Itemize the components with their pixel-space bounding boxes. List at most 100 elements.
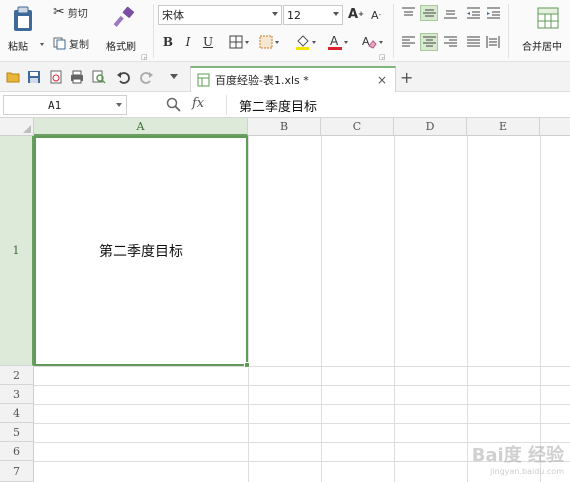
cell-style-button[interactable] [256,34,282,50]
fill-color-button[interactable] [290,33,320,51]
merge-cells-icon [537,7,559,29]
row-header-5[interactable]: 5 [0,423,34,442]
format-painter-button[interactable] [110,4,138,32]
undo-icon[interactable] [116,70,130,84]
italic-button[interactable]: I [180,34,196,50]
zoom-icon[interactable] [166,97,181,112]
align-top-button[interactable] [400,5,416,21]
eraser-icon: A [362,35,377,49]
decrease-indent-button[interactable] [465,5,481,21]
column-header-c[interactable]: C [321,118,394,136]
close-icon[interactable]: × [377,73,387,87]
redo-icon[interactable] [140,70,154,84]
clear-format-button[interactable]: A [358,33,386,51]
underline-button[interactable]: U [200,34,216,50]
spreadsheet-grid[interactable]: A B C D E 1 2 3 4 5 6 7 第二季度目标 [0,118,570,482]
watermark-url: jingyan.baidu.com [490,467,564,476]
column-header-a[interactable]: A [34,118,248,136]
grow-font-icon: A [348,6,359,22]
copy-label: 复制 [69,39,89,51]
dialog-launcher-icon[interactable]: ◲ [379,53,386,61]
ribbon-separator [508,4,509,58]
cut-button[interactable]: ✂ 剪切 [53,4,88,20]
cut-label: 剪切 [67,8,88,20]
select-all-button[interactable] [0,118,34,136]
formula-input[interactable]: 第二季度目标 [226,95,566,115]
corner-triangle-icon [23,125,31,133]
formula-bar: A1 fx 第二季度目标 [0,92,570,118]
gridline [34,366,570,367]
chevron-down-icon [311,40,316,44]
format-painter-label[interactable]: 格式刷 [106,38,136,53]
column-header-e[interactable]: E [467,118,540,136]
font-color-icon: A [328,34,342,50]
chevron-down-icon [116,103,122,107]
gridline [467,136,468,482]
distribute-button[interactable] [485,34,501,50]
quick-access-bar: 百度经验-表1.xls * × + [0,62,570,92]
gridline [321,136,322,482]
row-header-4[interactable]: 4 [0,404,34,423]
font-name-select[interactable]: 宋体 [158,5,282,25]
grow-font-button[interactable]: A + [348,6,364,22]
chevron-down-icon [333,12,339,16]
gridline [34,385,570,386]
align-center-button[interactable] [420,33,438,51]
shrink-font-button[interactable]: A- [368,7,384,23]
tab-document[interactable]: 百度经验-表1.xls * × [190,66,396,92]
justify-button[interactable] [465,34,481,50]
borders-button[interactable] [226,34,252,50]
copy-button[interactable]: 复制 [53,36,89,51]
row-header-2[interactable]: 2 [0,366,34,385]
save-icon[interactable] [27,70,41,84]
gridline [248,136,249,482]
column-header-d[interactable]: D [394,118,467,136]
gridline [34,423,570,424]
underline-icon: U [202,35,214,49]
row-header-6[interactable]: 6 [0,442,34,461]
cell-a1[interactable]: 第二季度目标 [34,136,248,366]
export-pdf-icon[interactable] [49,70,63,84]
open-folder-icon[interactable] [6,70,20,84]
align-bottom-icon [443,10,457,19]
spreadsheet-file-icon [197,73,210,87]
merge-center-button[interactable] [535,5,561,31]
dialog-launcher-icon[interactable]: ◲ [141,53,148,61]
align-center-icon [422,36,436,47]
align-bottom-button[interactable] [442,5,458,21]
font-name-value: 宋体 [162,9,184,22]
justify-icon [466,36,480,47]
align-right-button[interactable] [442,34,458,50]
outdent-icon [466,7,480,19]
customize-dropdown-icon[interactable] [170,74,178,79]
chevron-down-icon [275,40,279,44]
bold-button[interactable]: B [160,34,176,50]
print-icon[interactable] [70,70,84,84]
paste-button[interactable] [8,4,38,34]
paste-label[interactable]: 粘贴 [8,38,28,53]
merge-center-label[interactable]: 合并居中 [522,38,562,53]
align-middle-icon [422,9,436,17]
fill-handle[interactable] [244,362,250,368]
bold-icon: B [162,35,174,49]
column-header-f[interactable] [540,118,570,136]
align-middle-button[interactable] [420,5,438,21]
column-header-b[interactable]: B [248,118,321,136]
distribute-icon [486,36,500,48]
paste-dropdown-icon[interactable] [40,43,44,46]
print-preview-icon[interactable] [92,70,106,84]
paint-bucket-icon [295,35,309,50]
row-header-7[interactable]: 7 [0,461,34,482]
font-size-value: 12 [287,8,301,22]
increase-indent-button[interactable] [485,5,501,21]
row-header-3[interactable]: 3 [0,385,34,404]
row-header-1[interactable]: 1 [0,136,34,366]
gridline [34,404,570,405]
font-color-button[interactable]: A [324,33,352,51]
font-size-select[interactable]: 12 [283,5,343,25]
align-left-button[interactable] [400,34,416,50]
new-tab-button[interactable]: + [400,68,413,87]
shrink-font-icon: A [370,8,379,22]
name-box[interactable]: A1 [3,95,127,115]
insert-function-button[interactable]: fx [192,96,204,111]
